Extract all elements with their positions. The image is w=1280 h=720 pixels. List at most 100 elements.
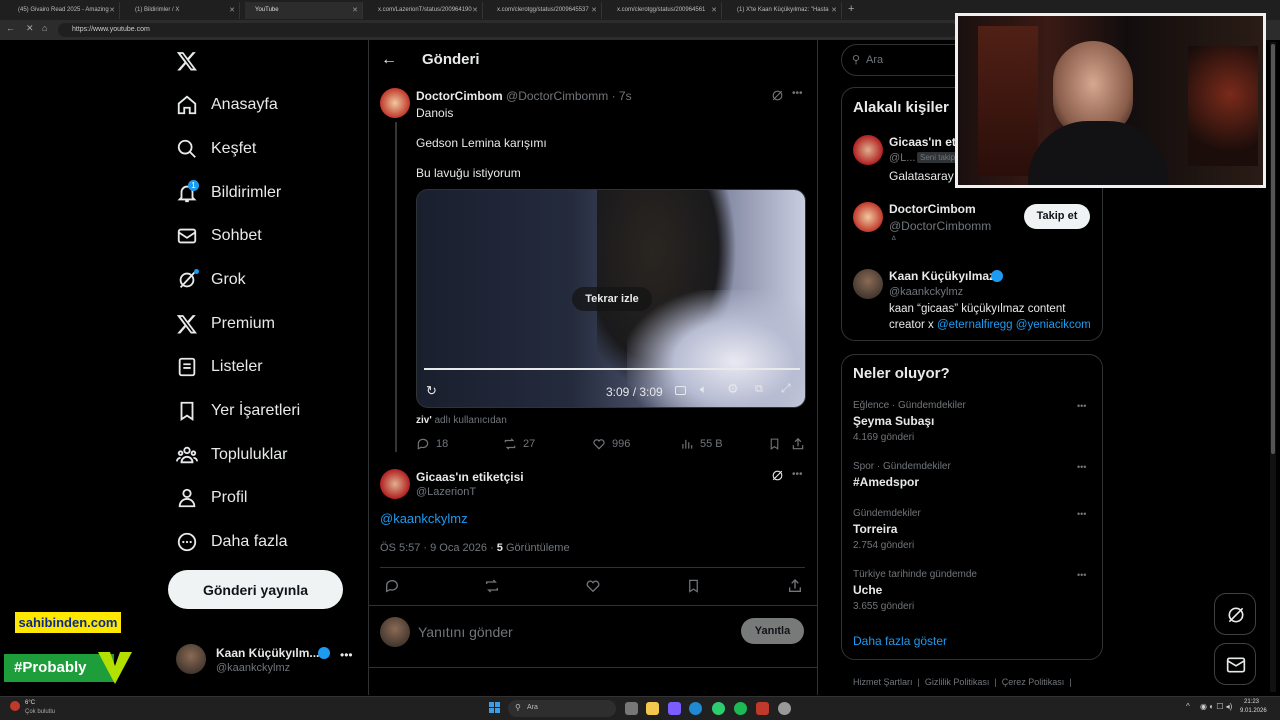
home-icon[interactable]: ⌂ xyxy=(42,23,47,33)
browser-tab[interactable]: (45) Givairo Read 2025 - Amazing ✕ xyxy=(8,2,120,19)
more-dots-icon[interactable]: ••• xyxy=(1077,570,1086,580)
replay-icon[interactable]: ↻ xyxy=(426,383,437,399)
app-icon[interactable] xyxy=(668,702,681,715)
messages-fab[interactable] xyxy=(1214,643,1256,685)
author-handle[interactable]: @DoctorCimbomm xyxy=(506,89,608,103)
avatar[interactable] xyxy=(853,202,883,232)
person-handle[interactable]: @DoctorCimbomm xyxy=(889,219,991,233)
retweet-icon[interactable] xyxy=(484,578,500,594)
footer-link[interactable]: Hizmet Şartları xyxy=(853,677,913,687)
share-icon[interactable] xyxy=(787,578,803,594)
bookmark-icon[interactable] xyxy=(768,437,781,451)
tweet-timestamp[interactable]: ÖS 5:57 · 9 Oca 2026 · xyxy=(380,542,494,554)
nav-item-home[interactable]: Anasayfa xyxy=(176,85,278,125)
app-icon[interactable] xyxy=(712,702,725,715)
nav-item-profile[interactable]: Profil xyxy=(176,478,247,518)
edge-browser-icon[interactable] xyxy=(689,702,702,715)
grok-icon[interactable] xyxy=(771,89,784,102)
app-icon[interactable] xyxy=(756,702,769,715)
nav-item-more[interactable]: Daha fazla xyxy=(176,522,288,562)
taskbar-search[interactable]: ⚲ Ara xyxy=(508,700,616,717)
url-field[interactable]: https://www.youtube.com xyxy=(58,23,958,37)
nav-item-communities[interactable]: Topluluklar xyxy=(176,435,287,475)
windows-start-icon[interactable] xyxy=(489,702,501,714)
pip-icon[interactable]: ⧉ xyxy=(755,383,763,396)
heart-icon[interactable] xyxy=(585,578,601,594)
person-name[interactable]: DoctorCimbom xyxy=(889,202,976,216)
volume-icon[interactable]: 🔈︎ xyxy=(700,382,707,397)
nav-item-premium[interactable]: Premium xyxy=(176,304,275,344)
settings-icon[interactable] xyxy=(778,702,791,715)
views-action[interactable]: 55 B xyxy=(680,437,723,451)
nav-item-bookmarks[interactable]: Yer İşaretleri xyxy=(176,391,300,431)
share-icon[interactable] xyxy=(791,437,805,451)
captions-icon[interactable] xyxy=(675,386,686,395)
author-handle[interactable]: @LazerionT xyxy=(416,486,476,498)
source-attribution[interactable]: ziv' adlı kullanıcıdan xyxy=(416,415,507,426)
task-view-icon[interactable] xyxy=(625,702,638,715)
nav-item-explore[interactable]: Keşfet xyxy=(176,129,256,169)
author-name[interactable]: DoctorCimbom xyxy=(416,89,503,103)
retweet-action[interactable]: 27 xyxy=(503,437,535,451)
trend-item[interactable]: Eğlence · Gündemdekiler Şeyma Subaşı 4.1… xyxy=(853,400,966,443)
more-dots-icon[interactable]: ••• xyxy=(1077,401,1086,411)
browser-tab[interactable]: x.com/clerotgg/status/2009645537 ✕ xyxy=(487,2,602,19)
mention-link[interactable]: @kaankckylmz xyxy=(380,511,468,526)
file-explorer-icon[interactable] xyxy=(646,702,659,715)
back-arrow-icon[interactable]: ← xyxy=(381,51,397,69)
reply-action[interactable]: 18 xyxy=(416,437,448,451)
reply-button[interactable]: Yanıtla xyxy=(741,618,804,644)
more-dots-icon[interactable]: ••• xyxy=(792,469,803,480)
replay-button[interactable]: Tekrar izle xyxy=(572,287,652,311)
tweet-time[interactable]: · 7s xyxy=(612,89,632,103)
avatar[interactable] xyxy=(853,269,883,299)
bio-link[interactable]: @yeniacikcom xyxy=(1016,319,1091,331)
person-handle[interactable]: @kaankckylmz xyxy=(889,286,963,298)
account-switcher[interactable]: Kaan Küçükyılm... @kaankckylmz ••• xyxy=(170,640,360,682)
avatar[interactable] xyxy=(380,88,410,118)
author-name[interactable]: Gicaas'ın etiketçisi xyxy=(416,470,524,484)
nav-item-notifications[interactable]: Bildirimler xyxy=(176,173,281,213)
browser-tab[interactable]: x.com/clerotgg/status/200964561 ✕ xyxy=(607,2,722,19)
grok-icon[interactable] xyxy=(771,469,784,482)
person-name[interactable]: Kaan Küçükyılmaz xyxy=(889,269,995,283)
person-handle[interactable]: @L... xyxy=(889,152,915,164)
fullscreen-icon[interactable]: ⤢ xyxy=(781,381,791,396)
person-name[interactable]: Gicaas'ın eti xyxy=(889,135,959,149)
nav-item-lists[interactable]: Listeler xyxy=(176,347,263,387)
nav-item-grok[interactable]: Grok xyxy=(176,260,246,300)
like-action[interactable]: 996 xyxy=(592,437,630,451)
trend-item[interactable]: Türkiye tarihinde gündemde Uche 3.655 gö… xyxy=(853,569,977,612)
more-dots-icon[interactable]: ••• xyxy=(1077,509,1086,519)
scrollbar-thumb[interactable] xyxy=(1271,44,1275,454)
close-icon[interactable]: ✕ xyxy=(472,6,478,14)
grok-fab[interactable] xyxy=(1214,593,1256,635)
close-icon[interactable]: ✕ xyxy=(229,6,235,14)
browser-tab[interactable]: x.com/LazerionT/status/200964190 ✕ xyxy=(368,2,483,19)
video-player[interactable]: Tekrar izle ↻ 3:09 / 3:09 🔈︎ ⚙ ⧉ ⤢ xyxy=(416,189,806,408)
scrollbar-track[interactable] xyxy=(1270,42,1276,692)
more-dots-icon[interactable]: ••• xyxy=(1077,462,1086,472)
browser-tab[interactable]: (1) X'te Kaan Küçükyılmaz: "Hasta ✕ xyxy=(727,2,842,19)
browser-tab-active[interactable]: YouTube ✕ xyxy=(245,2,363,19)
tray-chevron-icon[interactable]: ^ xyxy=(1186,702,1190,711)
footer-link[interactable]: Çerez Politikası xyxy=(1002,677,1065,687)
follow-button[interactable]: Takip et xyxy=(1024,204,1090,229)
avatar[interactable] xyxy=(853,135,883,165)
footer-link[interactable]: Gizlilik Politikası xyxy=(925,677,990,687)
new-tab-icon[interactable]: + xyxy=(848,3,854,15)
x-logo-icon[interactable] xyxy=(176,50,198,72)
bookmark-icon[interactable] xyxy=(686,578,701,594)
video-progress-bar[interactable] xyxy=(424,368,800,370)
spotify-icon[interactable] xyxy=(734,702,747,715)
tray-icons[interactable]: ◉ ◐ ☐ ◂) xyxy=(1200,702,1232,711)
reply-icon[interactable] xyxy=(384,578,400,594)
close-icon[interactable]: ✕ xyxy=(352,6,358,14)
close-icon[interactable]: ✕ xyxy=(591,6,597,14)
close-icon[interactable]: ✕ xyxy=(831,6,837,14)
close-icon[interactable]: ✕ xyxy=(711,6,717,14)
close-icon[interactable]: ✕ xyxy=(109,6,115,14)
nav-item-chat[interactable]: Sohbet xyxy=(176,216,262,256)
trend-item[interactable]: Gündemdekiler Torreira 2.754 gönderi xyxy=(853,508,921,551)
more-dots-icon[interactable]: ••• xyxy=(340,648,353,662)
